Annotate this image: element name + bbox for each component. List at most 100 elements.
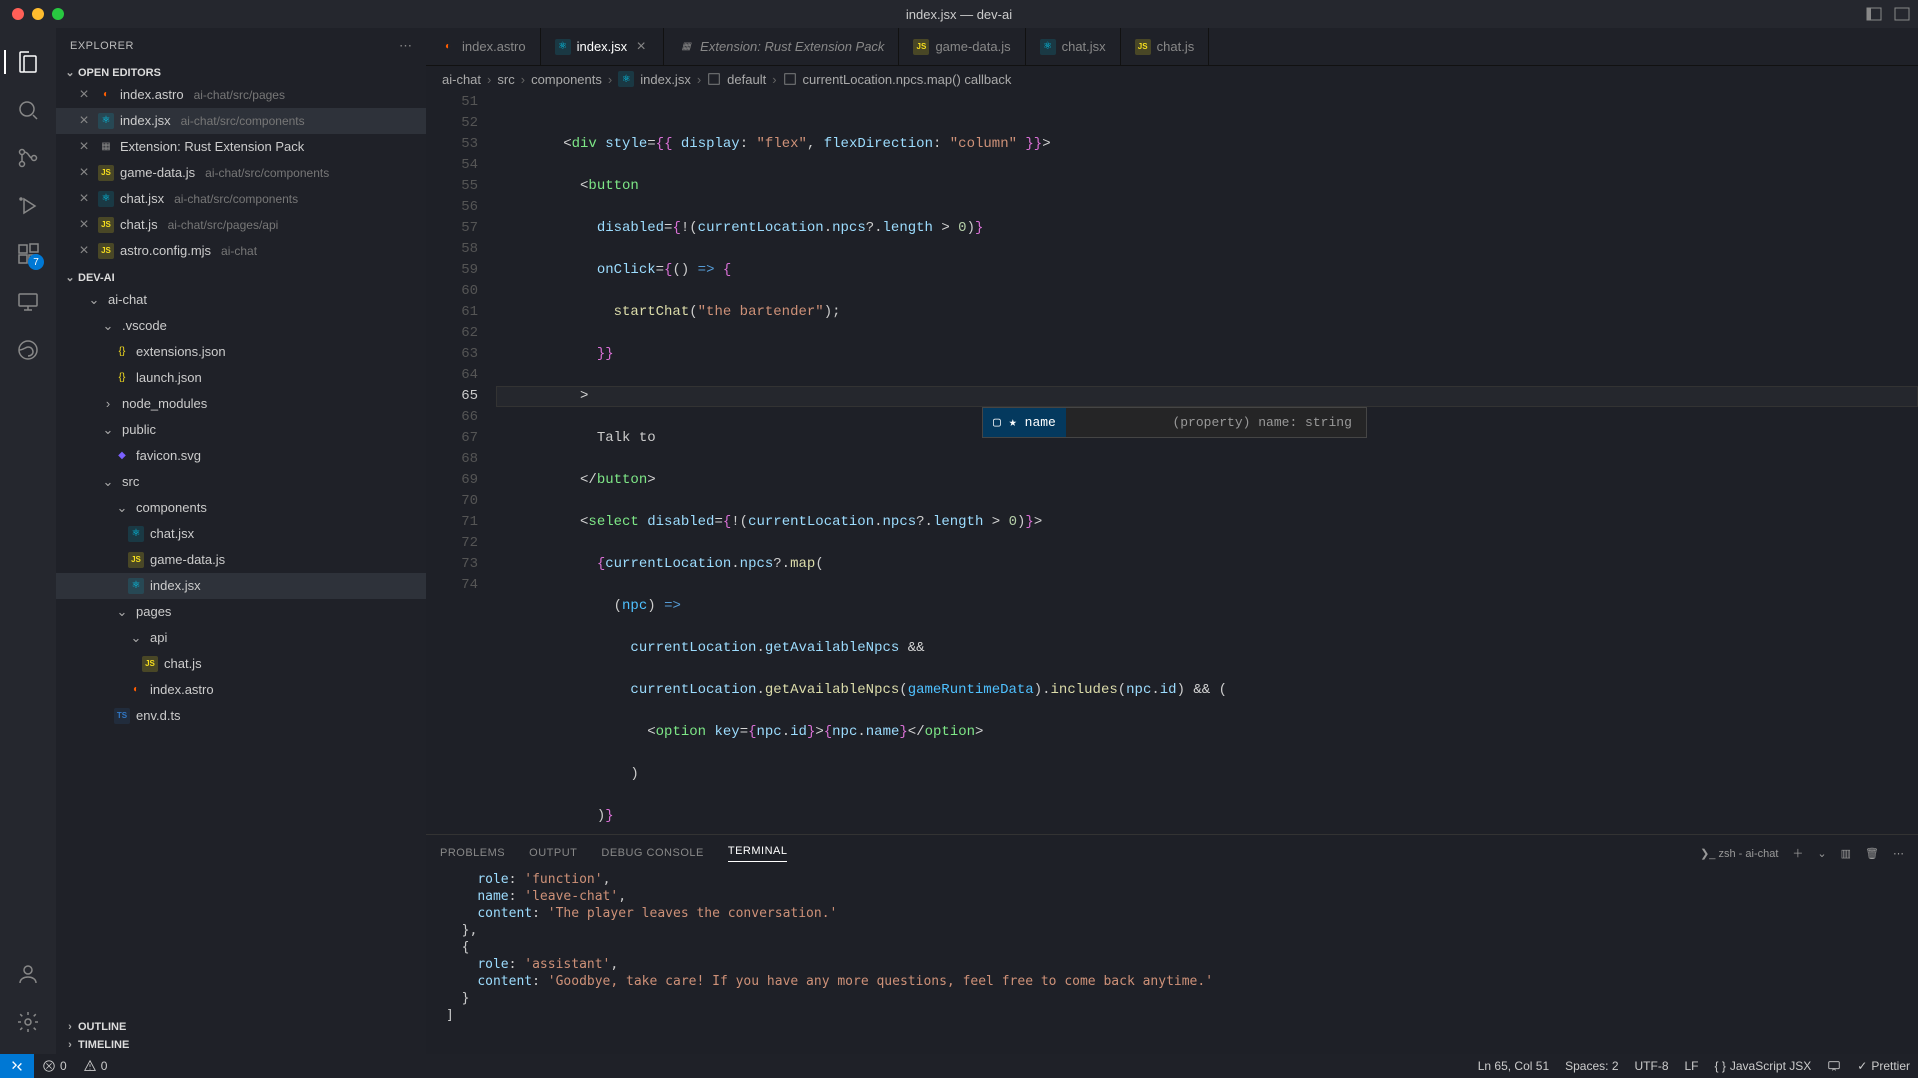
warnings-status[interactable]: 0 [75, 1059, 116, 1073]
symbol-icon [707, 72, 721, 86]
js-icon: JS [98, 217, 114, 233]
editor-tab[interactable]: ◐index.astro [426, 28, 541, 65]
new-terminal-button[interactable]: ＋ [1792, 845, 1803, 861]
problems-tab[interactable]: PROBLEMS [440, 847, 505, 859]
tree-folder[interactable]: ⌄.vscode [56, 313, 426, 339]
breadcrumb[interactable]: ai-chat› src› components› ⚛index.jsx› de… [426, 66, 1918, 92]
open-editor-item[interactable]: × JS game-data.js ai-chat/src/components [56, 160, 426, 186]
react-icon: ⚛ [128, 526, 144, 542]
errors-status[interactable]: 0 [34, 1059, 75, 1073]
tree-folder[interactable]: ⌄api [56, 625, 426, 651]
editor-area: ◐index.astro ⚛index.jsx× ▦Extension: Rus… [426, 28, 1918, 1054]
tree-folder[interactable]: ⌄pages [56, 599, 426, 625]
react-icon: ⚛ [1040, 39, 1056, 55]
debug-console-tab[interactable]: DEBUG CONSOLE [601, 847, 703, 859]
js-icon: JS [1135, 39, 1151, 55]
project-header[interactable]: ⌄ DEV-AI [56, 268, 426, 287]
tree-file[interactable]: ◆favicon.svg [56, 443, 426, 469]
chevron-down-icon: ⌄ [62, 271, 78, 284]
maximize-window-button[interactable] [52, 8, 64, 20]
open-editors-header[interactable]: ⌄ OPEN EDITORS [56, 63, 426, 82]
close-icon[interactable]: × [633, 39, 649, 55]
debug-activity[interactable] [4, 182, 52, 230]
encoding-status[interactable]: UTF-8 [1627, 1059, 1677, 1073]
tree-file[interactable]: JSchat.js [56, 651, 426, 677]
language-mode[interactable]: { } JavaScript JSX [1707, 1059, 1820, 1073]
settings-activity[interactable] [4, 998, 52, 1046]
intellisense-popup[interactable]: ▢ ★ name (property) name: string [982, 407, 1367, 438]
tree-folder[interactable]: ⌄ai-chat [56, 287, 426, 313]
tree-file[interactable]: ⚛chat.jsx [56, 521, 426, 547]
tree-file[interactable]: JSgame-data.js [56, 547, 426, 573]
close-icon[interactable]: × [76, 87, 92, 103]
close-window-button[interactable] [12, 8, 24, 20]
editor-tab[interactable]: ▦Extension: Rust Extension Pack [664, 28, 899, 65]
close-icon[interactable]: × [76, 243, 92, 259]
account-activity[interactable] [4, 950, 52, 998]
open-editor-item[interactable]: × ◐ index.astro ai-chat/src/pages [56, 82, 426, 108]
open-editor-item[interactable]: × JS astro.config.mjs ai-chat [56, 238, 426, 264]
terminal-selector[interactable]: ❯_ zsh - ai-chat [1700, 847, 1778, 860]
open-editor-item[interactable]: × JS chat.js ai-chat/src/pages/api [56, 212, 426, 238]
tree-file[interactable]: ◐index.astro [56, 677, 426, 703]
terminal-output[interactable]: role: 'function', name: 'leave-chat', co… [426, 871, 1918, 1054]
tree-folder[interactable]: ⌄src [56, 469, 426, 495]
code-editor[interactable]: 5152535455565758596061626364656667686970… [426, 92, 1918, 834]
json-icon: {} [114, 344, 130, 360]
layout-icon[interactable] [1894, 6, 1910, 22]
tree-folder[interactable]: ⌄components [56, 495, 426, 521]
close-icon[interactable]: × [76, 217, 92, 233]
terminal-tab[interactable]: TERMINAL [728, 845, 788, 862]
search-activity[interactable] [4, 86, 52, 134]
panel-toggle-icon[interactable] [1866, 6, 1882, 22]
cursor-position[interactable]: Ln 65, Col 51 [1470, 1059, 1557, 1073]
close-icon[interactable]: × [76, 113, 92, 129]
source-control-activity[interactable] [4, 134, 52, 182]
tree-folder[interactable]: ⌄public [56, 417, 426, 443]
terminal-dropdown-icon[interactable]: ⌄ [1817, 847, 1826, 860]
prettier-status[interactable]: ✓ Prettier [1849, 1059, 1918, 1073]
editor-tab[interactable]: ⚛index.jsx× [541, 28, 665, 65]
open-editor-item[interactable]: × ⚛ chat.jsx ai-chat/src/components [56, 186, 426, 212]
chevron-down-icon: ⌄ [128, 627, 144, 649]
feedback-icon[interactable] [1819, 1059, 1849, 1073]
tree-file[interactable]: {}launch.json [56, 365, 426, 391]
remote-button[interactable] [0, 1054, 34, 1078]
open-editor-item[interactable]: × ⚛ index.jsx ai-chat/src/components [56, 108, 426, 134]
editor-tab[interactable]: JSgame-data.js [899, 28, 1025, 65]
tree-folder[interactable]: ›node_modules [56, 391, 426, 417]
tree-file[interactable]: ⚛index.jsx [56, 573, 426, 599]
astro-icon: ◐ [128, 682, 144, 698]
react-icon: ⚛ [98, 113, 114, 129]
tree-file[interactable]: TSenv.d.ts [56, 703, 426, 729]
split-terminal-icon[interactable]: ▥ [1841, 847, 1851, 860]
output-tab[interactable]: OUTPUT [529, 847, 577, 859]
tree-file[interactable]: {}extensions.json [56, 339, 426, 365]
edge-activity[interactable] [4, 326, 52, 374]
suggestion-name: name [1025, 412, 1056, 433]
editor-tab[interactable]: ⚛chat.jsx [1026, 28, 1121, 65]
eol-status[interactable]: LF [1677, 1059, 1707, 1073]
close-icon[interactable]: × [76, 139, 92, 155]
chevron-down-icon: ⌄ [100, 471, 116, 493]
js-icon: JS [128, 552, 144, 568]
close-icon[interactable]: × [76, 165, 92, 181]
kill-terminal-icon[interactable]: 🗑 [1865, 847, 1879, 860]
timeline-header[interactable]: › TIMELINE [56, 1036, 426, 1054]
sidebar-more-icon[interactable]: ⋯ [399, 38, 412, 54]
explorer-activity[interactable] [4, 38, 52, 86]
react-icon: ⚛ [555, 39, 571, 55]
editor-tab[interactable]: JSchat.js [1121, 28, 1210, 65]
outline-header[interactable]: › OUTLINE [56, 1018, 426, 1036]
indentation-status[interactable]: Spaces: 2 [1557, 1059, 1626, 1073]
panel-more-icon[interactable]: ⋯ [1893, 847, 1904, 860]
open-editor-item[interactable]: × ▦ Extension: Rust Extension Pack [56, 134, 426, 160]
extensions-activity[interactable]: 7 [4, 230, 52, 278]
close-icon[interactable]: × [76, 191, 92, 207]
minimize-window-button[interactable] [32, 8, 44, 20]
remote-activity[interactable] [4, 278, 52, 326]
js-icon: JS [913, 39, 929, 55]
explorer-sidebar: EXPLORER ⋯ ⌄ OPEN EDITORS × ◐ index.astr… [56, 28, 426, 1054]
chevron-down-icon: ⌄ [100, 419, 116, 441]
extension-icon: ▦ [678, 39, 694, 55]
